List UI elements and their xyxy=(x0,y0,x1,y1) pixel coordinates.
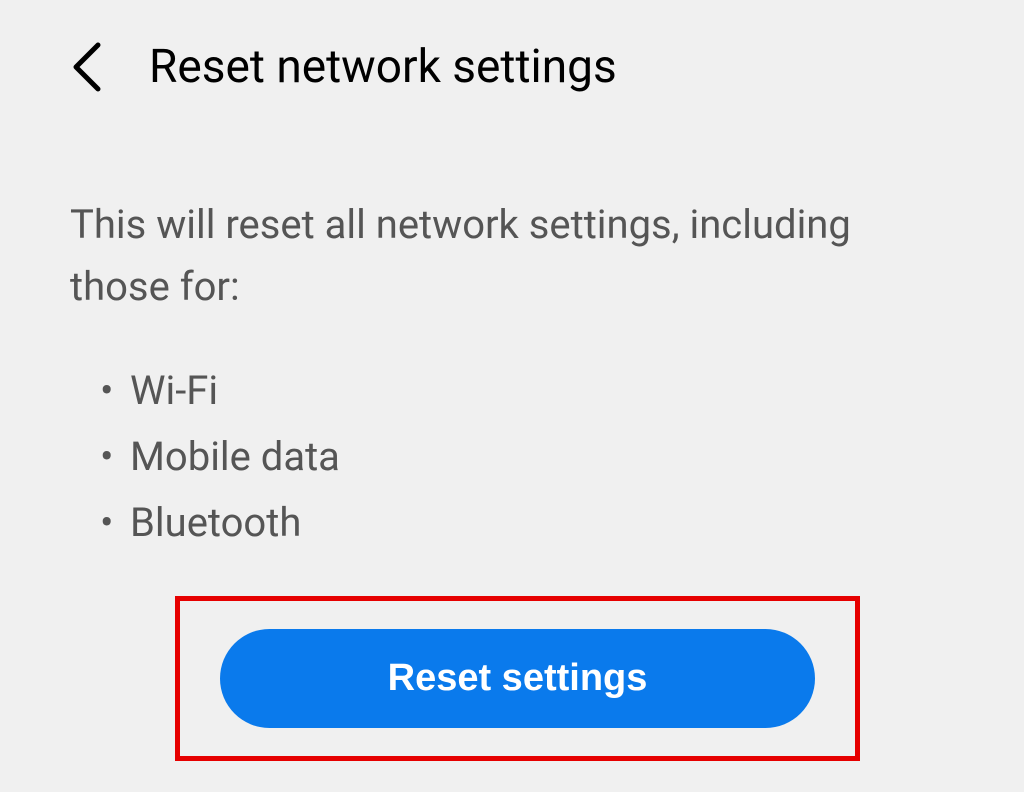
reset-items-list: Wi-Fi Mobile data Bluetooth xyxy=(70,358,954,556)
list-item: Mobile data xyxy=(130,424,954,490)
back-icon[interactable] xyxy=(70,41,104,93)
list-item: Wi-Fi xyxy=(130,358,954,424)
page-title: Reset network settings xyxy=(149,40,617,94)
page-header: Reset network settings xyxy=(70,40,954,94)
reset-settings-button[interactable]: Reset settings xyxy=(220,629,815,728)
description-text: This will reset all network settings, in… xyxy=(70,194,954,318)
list-item: Bluetooth xyxy=(130,490,954,556)
highlight-annotation: Reset settings xyxy=(175,596,860,761)
